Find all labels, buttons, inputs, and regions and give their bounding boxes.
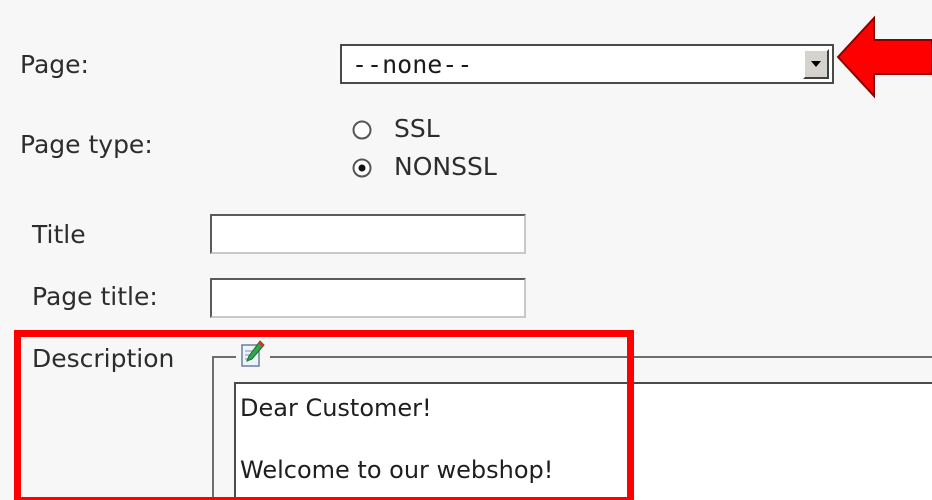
- page-label: Page:: [20, 50, 89, 79]
- description-label: Description: [32, 344, 175, 373]
- page-select-dropdown-button[interactable]: [803, 49, 829, 79]
- page-title-label: Page title:: [32, 282, 158, 311]
- cms-page-form: Page: --none-- Page type: SSL NONSSL Tit…: [0, 0, 932, 500]
- description-line-1: Dear Customer!: [240, 394, 432, 422]
- description-line-2: Welcome to our webshop!: [240, 456, 554, 484]
- page-select[interactable]: --none--: [340, 44, 834, 84]
- page-type-label: Page type:: [20, 130, 153, 159]
- page-title-input[interactable]: [210, 278, 526, 318]
- page-select-value: --none--: [352, 50, 473, 79]
- title-label: Title: [32, 220, 86, 249]
- chevron-down-icon: [811, 61, 821, 67]
- red-arrow-icon: [836, 15, 932, 99]
- fieldset-border-top: [212, 356, 932, 358]
- fieldset-border-left: [212, 356, 214, 500]
- radio-nonssl[interactable]: [352, 158, 372, 178]
- title-input[interactable]: [210, 214, 526, 254]
- radio-ssl-label: SSL: [394, 114, 440, 143]
- radio-nonssl-label: NONSSL: [394, 152, 497, 181]
- edit-note-icon[interactable]: [236, 340, 270, 372]
- radio-ssl[interactable]: [352, 120, 372, 140]
